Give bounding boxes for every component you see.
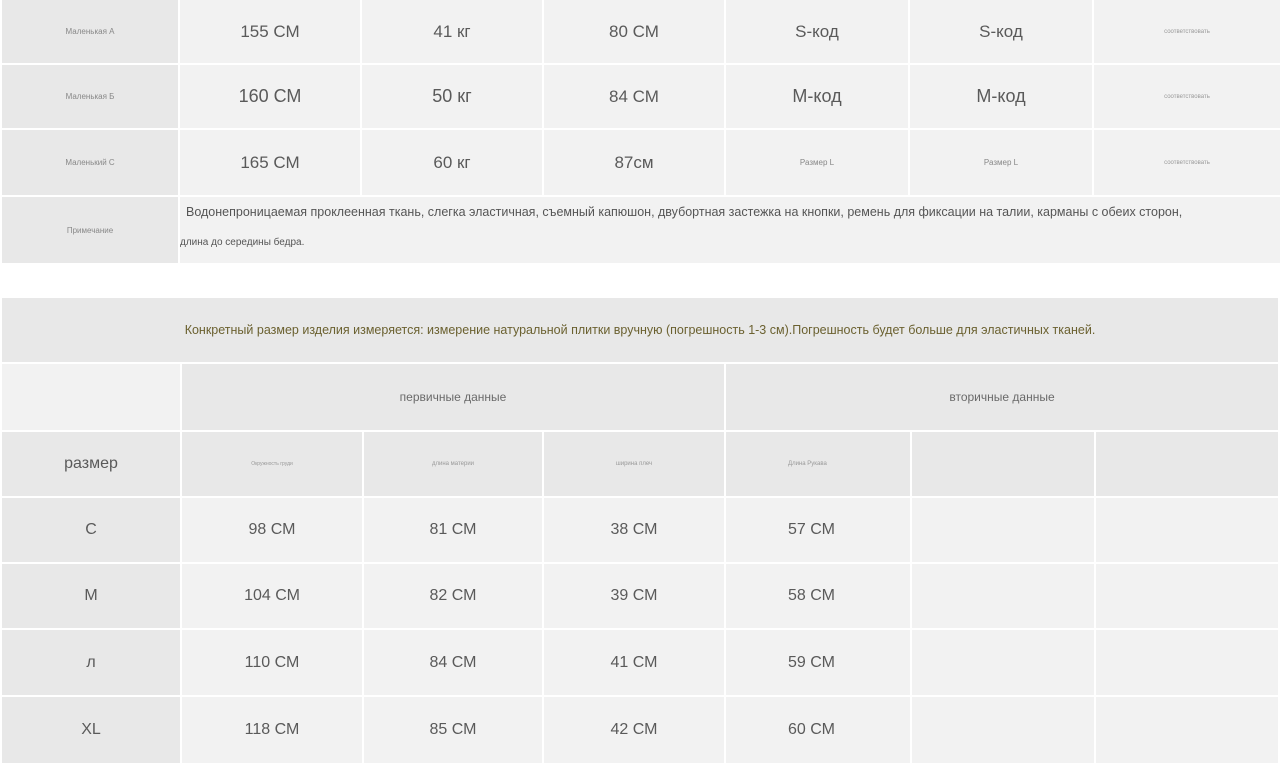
length-value: 85 СМ (364, 697, 542, 763)
size-code-2: M-код (910, 65, 1092, 128)
match-value: соответствовать (1094, 65, 1280, 128)
empty-value (1096, 564, 1278, 628)
sleeve-value: 58 СМ (726, 564, 910, 628)
empty-value (912, 498, 1094, 562)
column-header: ширина плеч (544, 432, 724, 496)
chest-value: 118 СМ (182, 697, 362, 763)
chest-value: 110 СМ (182, 630, 362, 695)
shoulder-value: 39 СМ (544, 564, 724, 628)
note-label: Примечание (2, 197, 178, 263)
column-header: длина материи (364, 432, 542, 496)
row-label: Маленький С (2, 130, 178, 195)
bust-value: 80 СМ (544, 0, 724, 63)
empty-value (1096, 498, 1278, 562)
corner-cell (2, 364, 180, 430)
group-primary-header: первичные данные (182, 364, 724, 430)
shoulder-value: 38 СМ (544, 498, 724, 562)
column-header (1096, 432, 1278, 496)
size-label: XL (2, 697, 180, 763)
chest-value: 98 СМ (182, 498, 362, 562)
size-code-1: M-код (726, 65, 908, 128)
height-value: 160 СМ (180, 65, 360, 128)
empty-value (1096, 697, 1278, 763)
sleeve-value: 60 СМ (726, 697, 910, 763)
column-header (912, 432, 1094, 496)
empty-value (912, 564, 1094, 628)
sleeve-value: 57 СМ (726, 498, 910, 562)
size-label: С (2, 498, 180, 562)
length-value: 82 СМ (364, 564, 542, 628)
size-code-2: Размер L (910, 130, 1092, 195)
height-value: 155 СМ (180, 0, 360, 63)
shoulder-value: 41 СМ (544, 630, 724, 695)
match-value: соответствовать (1094, 0, 1280, 63)
empty-value (1096, 630, 1278, 695)
bust-value: 87см (544, 130, 724, 195)
weight-value: 50 кг (362, 65, 542, 128)
chest-value: 104 СМ (182, 564, 362, 628)
shoulder-value: 42 СМ (544, 697, 724, 763)
column-header: Окружность груди (182, 432, 362, 496)
row-label: Маленькая Б (2, 65, 178, 128)
weight-value: 60 кг (362, 130, 542, 195)
match-value: соответствовать (1094, 130, 1280, 195)
note-text-line1: Водонепроницаемая проклеенная ткань, сле… (186, 205, 1183, 219)
empty-value (912, 697, 1094, 763)
top-size-table: Маленькая А 155 СМ 41 кг 80 СМ S-код S-к… (0, 0, 1280, 263)
sleeve-value: 59 СМ (726, 630, 910, 695)
size-code-1: S-код (726, 0, 908, 63)
size-label: M (2, 564, 180, 628)
empty-value (912, 630, 1094, 695)
length-value: 84 СМ (364, 630, 542, 695)
weight-value: 41 кг (362, 0, 542, 63)
bust-value: 84 СМ (544, 65, 724, 128)
column-header: Длина Рукава (726, 432, 910, 496)
size-chart-table: первичные данные вторичные данные размер… (0, 364, 1280, 768)
note-cell: Водонепроницаемая проклеенная ткань, сле… (180, 197, 1280, 263)
size-header: размер (2, 432, 180, 496)
size-code-1: Размер L (726, 130, 908, 195)
size-label: л (2, 630, 180, 695)
height-value: 165 СМ (180, 130, 360, 195)
row-label: Маленькая А (2, 0, 178, 63)
length-value: 81 СМ (364, 498, 542, 562)
measurement-notice: Конкретный размер изделия измеряется: из… (2, 298, 1278, 362)
note-text-line2: длина до середины бедра. (180, 237, 305, 248)
size-code-2: S-код (910, 0, 1092, 63)
group-secondary-header: вторичные данные (726, 364, 1278, 430)
